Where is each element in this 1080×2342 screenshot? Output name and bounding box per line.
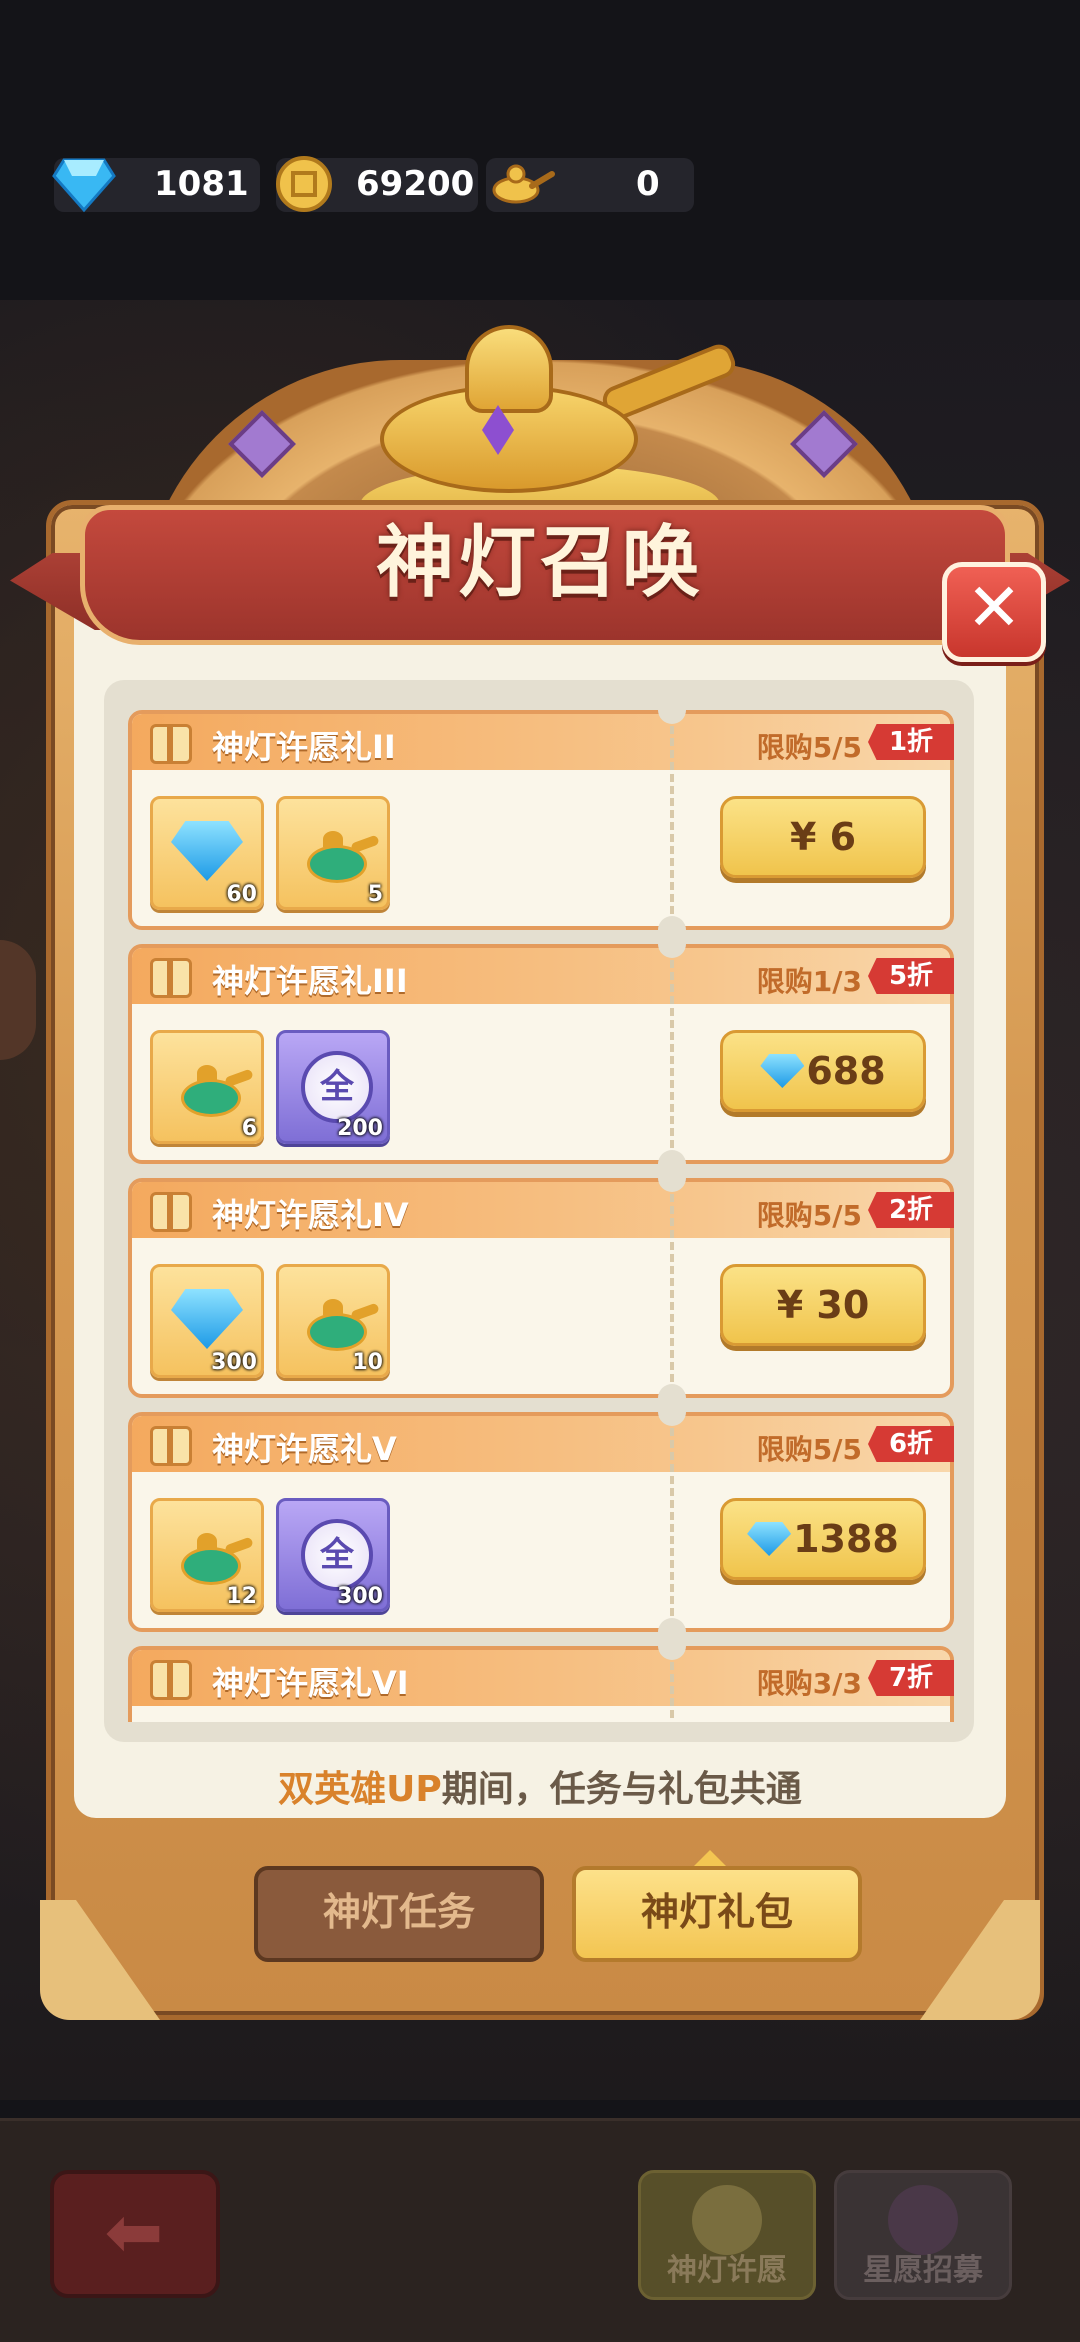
discount-badge: 2折 bbox=[868, 1192, 954, 1228]
gift-box-icon bbox=[150, 1660, 192, 1700]
reward-quantity: 5 bbox=[367, 882, 383, 907]
nav-lamp-wish-label: 神灯许愿 bbox=[667, 2253, 787, 2288]
nav-star-recruit[interactable]: 星愿招募 bbox=[834, 2170, 1012, 2300]
price-label: ¥ 6 bbox=[789, 815, 857, 859]
all-hero-orb-icon: 全 bbox=[301, 1051, 373, 1123]
pack-title: 神灯许愿礼IV bbox=[212, 1196, 409, 1234]
gift-box-icon bbox=[150, 724, 192, 764]
buy-button[interactable]: ¥ 6 bbox=[720, 796, 926, 878]
reward-item[interactable]: 300 bbox=[150, 1264, 264, 1378]
purchase-limit: 限购5/5 bbox=[756, 1199, 862, 1232]
pack-title: 神灯许愿礼VI bbox=[212, 1664, 409, 1702]
reward-quantity: 200 bbox=[337, 1116, 383, 1141]
tab-lamp-task[interactable]: 神灯任务 bbox=[254, 1866, 544, 1962]
pack-card[interactable]: 神灯许愿礼IV 限购5/5 2折 300 10 ¥ 30 bbox=[128, 1164, 954, 1412]
pack-title: 神灯许愿礼V bbox=[212, 1430, 397, 1468]
diamond-counter: 1081 bbox=[52, 158, 260, 213]
reward-quantity: 300 bbox=[337, 1584, 383, 1609]
buy-button[interactable]: 1388 bbox=[720, 1498, 926, 1580]
reward-item[interactable]: 全 200 bbox=[276, 1030, 390, 1144]
diamond-icon bbox=[760, 1054, 805, 1088]
pack-list[interactable]: 神灯许愿礼II 限购5/5 1折 60 5 ¥ 6 神灯许愿礼III 限购1/3 5折 6 全 200… bbox=[128, 710, 958, 1722]
purchase-limit: 限购5/5 bbox=[756, 1433, 862, 1466]
reward-item[interactable]: 12 bbox=[150, 1498, 264, 1612]
price-label: 1388 bbox=[747, 1517, 899, 1561]
reward-item[interactable]: 全 300 bbox=[276, 1498, 390, 1612]
reward-quantity: 10 bbox=[352, 1350, 383, 1375]
reward-item[interactable]: 5 bbox=[276, 796, 390, 910]
pack-card[interactable]: 神灯许愿礼V 限购5/5 6折 12 全 300 1388 bbox=[128, 1398, 954, 1646]
pack-title: 神灯许愿礼II bbox=[212, 728, 396, 766]
background-character bbox=[0, 940, 36, 1060]
card-divider bbox=[670, 948, 674, 1160]
pack-list-panel[interactable]: 神灯许愿礼II 限购5/5 1折 60 5 ¥ 6 神灯许愿礼III 限购1/3 5折 6 全 200… bbox=[104, 680, 974, 1742]
nav-star-recruit-label: 星愿招募 bbox=[863, 2253, 983, 2288]
card-notch bbox=[658, 1398, 686, 1426]
purchase-limit: 限购1/3 bbox=[756, 965, 862, 998]
discount-badge: 7折 bbox=[868, 1660, 954, 1696]
buy-button[interactable]: ¥ 30 bbox=[720, 1264, 926, 1346]
card-divider bbox=[670, 1182, 674, 1394]
back-button[interactable]: ⬅ bbox=[50, 2170, 220, 2298]
pack-card[interactable]: 神灯许愿礼VI 限购3/3 7折 bbox=[128, 1632, 954, 1722]
event-note-text: 期间，任务与礼包共通 bbox=[441, 1769, 802, 1810]
coin-counter: 69200 bbox=[276, 156, 478, 212]
nav-lamp-wish[interactable]: 神灯许愿 bbox=[638, 2170, 816, 2300]
gift-box-icon bbox=[150, 1426, 192, 1466]
purchase-limit: 限购3/3 bbox=[756, 1667, 862, 1700]
buy-button[interactable]: 688 bbox=[720, 1030, 926, 1112]
event-note: 双英雄UP期间，任务与礼包共通 bbox=[0, 1760, 1080, 1812]
card-notch bbox=[658, 1632, 686, 1660]
pack-card[interactable]: 神灯许愿礼III 限购1/3 5折 6 全 200 688 bbox=[128, 930, 954, 1178]
reward-item[interactable]: 6 bbox=[150, 1030, 264, 1144]
diamond-icon bbox=[52, 158, 116, 213]
card-divider bbox=[670, 1650, 674, 1722]
pack-title: 神灯许愿礼III bbox=[212, 962, 408, 1000]
reward-quantity: 12 bbox=[226, 1584, 257, 1609]
card-notch bbox=[658, 930, 686, 958]
discount-badge: 5折 bbox=[868, 958, 954, 994]
reward-quantity: 300 bbox=[211, 1350, 257, 1375]
diamond-icon bbox=[171, 1289, 243, 1349]
magic-lamp-icon bbox=[163, 1059, 254, 1119]
discount-badge: 1折 bbox=[868, 724, 954, 760]
diamond-icon bbox=[747, 1522, 792, 1556]
discount-badge: 6折 bbox=[868, 1426, 954, 1462]
gift-box-icon bbox=[150, 1192, 192, 1232]
magic-lamp-illustration bbox=[340, 325, 740, 505]
back-arrow-icon: ⬅ bbox=[104, 2191, 164, 2273]
card-notch bbox=[658, 1164, 686, 1192]
lamp-counter: 0 bbox=[486, 158, 694, 212]
magic-lamp-icon bbox=[163, 1527, 254, 1587]
card-divider bbox=[670, 1416, 674, 1628]
magic-lamp-icon bbox=[289, 1293, 380, 1353]
reward-quantity: 6 bbox=[241, 1116, 257, 1141]
coin-icon bbox=[276, 156, 332, 212]
reward-item[interactable]: 10 bbox=[276, 1264, 390, 1378]
price-label: ¥ 30 bbox=[776, 1283, 870, 1327]
magic-lamp-icon bbox=[492, 164, 555, 204]
diamond-icon bbox=[171, 821, 243, 881]
close-button[interactable]: ✕ bbox=[942, 562, 1046, 662]
pack-card[interactable]: 神灯许愿礼II 限购5/5 1折 60 5 ¥ 6 bbox=[128, 710, 954, 944]
purchase-limit: 限购5/5 bbox=[756, 731, 862, 764]
all-hero-orb-icon: 全 bbox=[301, 1519, 373, 1591]
reward-item[interactable]: 60 bbox=[150, 796, 264, 910]
tab-lamp-gift[interactable]: 神灯礼包 bbox=[572, 1866, 862, 1962]
gift-box-icon bbox=[150, 958, 192, 998]
reward-quantity: 60 bbox=[226, 882, 257, 907]
modal-title: 神灯召唤 bbox=[375, 518, 704, 608]
close-icon: ✕ bbox=[966, 569, 1022, 646]
price-label: 688 bbox=[760, 1049, 886, 1093]
card-divider bbox=[670, 714, 674, 926]
event-note-highlight: 双英雄UP bbox=[278, 1769, 442, 1810]
magic-lamp-icon bbox=[289, 825, 380, 885]
